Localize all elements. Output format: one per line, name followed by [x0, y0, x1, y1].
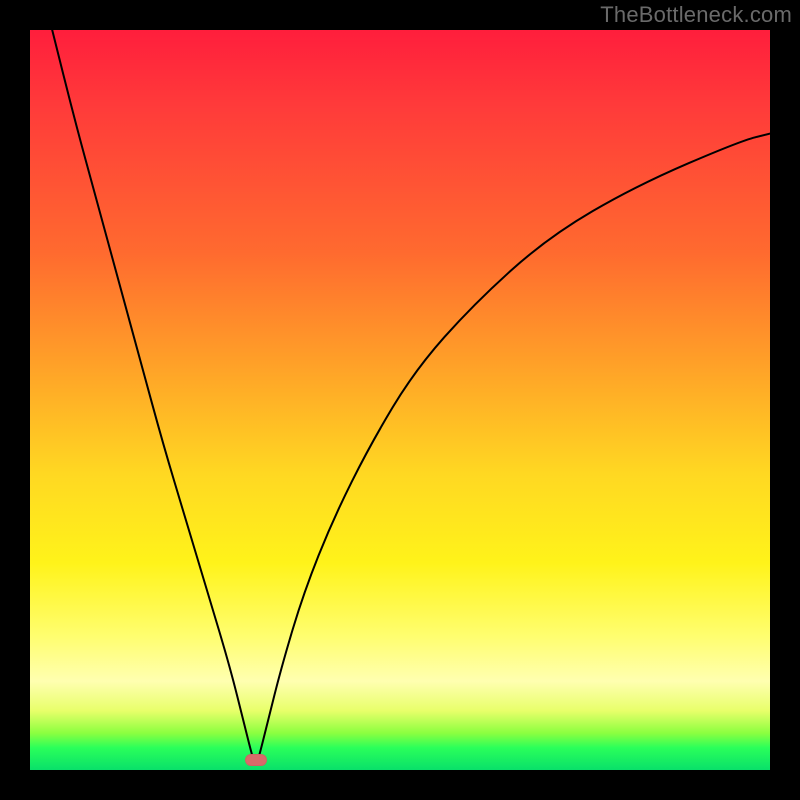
- optimal-point-marker: [245, 754, 267, 766]
- plot-area: [30, 30, 770, 770]
- chart-frame: TheBottleneck.com: [0, 0, 800, 800]
- curve-path: [52, 30, 770, 764]
- bottleneck-curve: [30, 30, 770, 770]
- watermark-text: TheBottleneck.com: [600, 2, 792, 28]
